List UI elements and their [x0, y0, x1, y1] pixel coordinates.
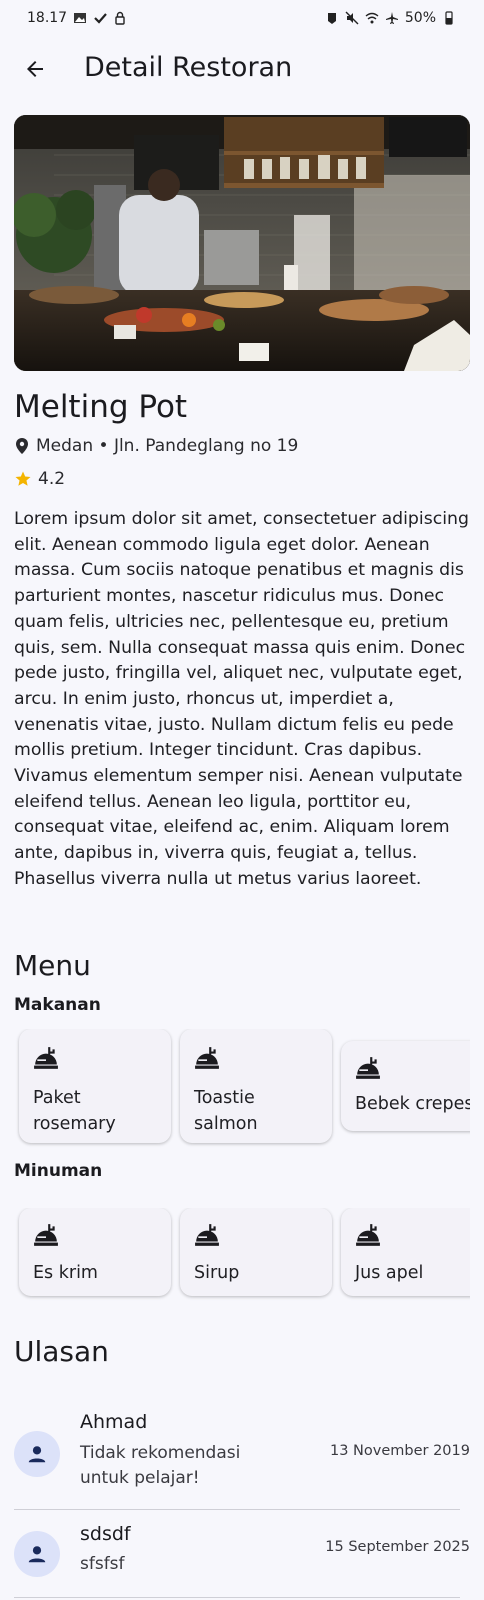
food-dish-icon — [34, 1224, 58, 1246]
person-icon — [28, 1446, 46, 1463]
back-button[interactable] — [20, 54, 50, 84]
menu-item-card[interactable]: Es krim — [19, 1208, 171, 1296]
menu-item-label: Bebek crepes — [355, 1094, 470, 1114]
menu-item-label: Toastie salmon — [194, 1088, 258, 1134]
page-title: Detail Restoran — [84, 52, 293, 83]
food-dish-icon — [34, 1047, 58, 1069]
review-text: sfsfsf — [80, 1554, 125, 1574]
foods-subtitle: Makanan — [14, 995, 101, 1015]
review-text: Tidak rekomendasi untuk pelajar! — [80, 1443, 241, 1488]
food-dish-icon — [195, 1047, 219, 1069]
rating-row: 4.2 — [14, 469, 65, 489]
menu-item-label: Es krim — [33, 1263, 98, 1283]
menu-item-label: Paket rosemary — [33, 1088, 116, 1134]
food-dish-icon — [195, 1224, 219, 1246]
drinks-subtitle: Minuman — [14, 1161, 103, 1181]
menu-item-card[interactable]: Toastie salmon — [180, 1029, 332, 1143]
avatar — [14, 1531, 60, 1577]
battery-icon — [445, 11, 453, 25]
menu-section-title: Menu — [14, 949, 91, 982]
divider — [14, 1597, 460, 1598]
avatar — [14, 1431, 60, 1477]
menu-item-card[interactable]: Bebek crepes — [341, 1041, 470, 1131]
wifi-icon — [365, 12, 379, 24]
battery-percent: 50% — [404, 10, 436, 26]
gallery-icon — [74, 13, 87, 23]
person-icon — [28, 1546, 46, 1563]
status-time: 18.17 — [27, 10, 68, 26]
restaurant-name: Melting Pot — [14, 389, 188, 425]
airplane-icon — [385, 12, 398, 24]
rating-value: 4.2 — [38, 469, 66, 489]
food-dish-icon — [356, 1057, 380, 1079]
reviews-section-title: Ulasan — [14, 1335, 109, 1368]
food-dish-icon — [356, 1224, 380, 1246]
reviewer-name: sdsdf — [80, 1523, 131, 1545]
location-pin-icon — [16, 438, 28, 454]
foods-list[interactable]: Paket rosemary Toastie salmon Bebek crep… — [0, 1029, 470, 1149]
review-date: 15 September 2025 — [325, 1539, 470, 1555]
menu-item-label: Jus apel — [355, 1263, 424, 1283]
app-bar: Detail Restoran — [0, 44, 484, 94]
shield-icon — [327, 13, 336, 24]
reviewer-name: Ahmad — [80, 1411, 148, 1433]
location-text: Medan • Jln. Pandeglang no 19 — [36, 436, 299, 456]
menu-item-label: Sirup — [194, 1263, 240, 1283]
review-item: sdsdf sfsfsf 15 September 2025 — [14, 1523, 470, 1595]
arrow-left-icon — [27, 61, 43, 77]
location-row: Medan • Jln. Pandeglang no 19 — [14, 436, 298, 456]
lock-icon — [115, 11, 125, 25]
drinks-list[interactable]: Es krim Sirup Jus apel — [0, 1208, 470, 1302]
restaurant-photo — [14, 115, 470, 371]
restaurant-description: Lorem ipsum dolor sit amet, consectetuer… — [14, 509, 469, 889]
check-icon — [94, 13, 107, 24]
menu-item-card[interactable]: Jus apel — [341, 1208, 470, 1296]
review-item: Ahmad Tidak rekomendasi untuk pelajar! 1… — [14, 1411, 470, 1493]
status-bar: 18.17 50% — [0, 0, 484, 36]
menu-item-card[interactable]: Sirup — [180, 1208, 332, 1296]
menu-item-card[interactable]: Paket rosemary — [19, 1029, 171, 1143]
divider — [14, 1509, 460, 1510]
mute-icon — [345, 11, 359, 25]
star-icon — [15, 471, 31, 486]
review-date: 13 November 2019 — [329, 1443, 470, 1459]
